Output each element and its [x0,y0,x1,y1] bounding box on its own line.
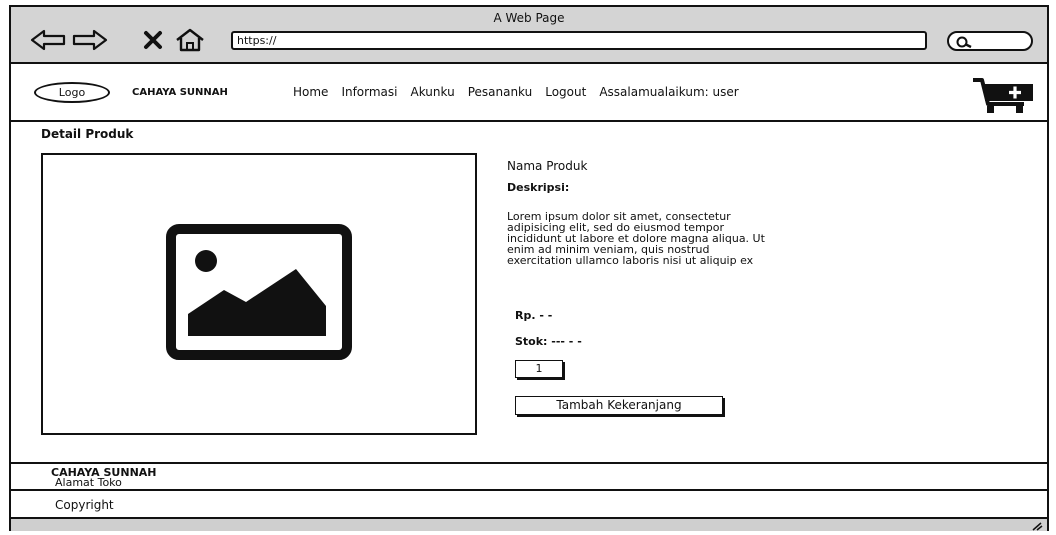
user-greeting: Assalamualaikum: user [599,85,739,99]
site-brand: CAHAYA SUNNAH [132,87,228,98]
search-icon [956,36,972,49]
page-title: Detail Produk [41,127,134,141]
product-name: Nama Produk [507,159,588,173]
home-icon [176,28,204,52]
menu-item-pesananku[interactable]: Pesananku [468,85,533,99]
footer-copyright: Copyright [11,491,1047,519]
copyright-text: Copyright [55,498,114,512]
resize-grip-icon[interactable] [1031,521,1043,531]
main-menu: Home Informasi Akunku Pesananku Logout A… [293,85,739,99]
image-placeholder-icon [166,224,352,360]
arrow-left-icon [30,29,66,51]
arrow-right-icon [72,29,108,51]
product-stock: Stok: --- - - [515,335,582,348]
window-title: A Web Page [493,11,565,25]
quantity-input[interactable]: 1 [515,360,563,378]
home-button[interactable] [173,27,207,53]
search-input[interactable] [947,31,1033,51]
back-button[interactable] [29,27,67,53]
cart-add-icon [973,78,1033,113]
product-image [41,153,477,435]
footer-info: CAHAYA SUNNAH Alamat Toko [11,462,1047,491]
forward-button[interactable] [71,27,109,53]
menu-item-home[interactable]: Home [293,85,328,99]
product-description: Lorem ipsum dolor sit amet, consectetur … [507,211,897,266]
status-bar [11,519,1047,531]
menu-item-informasi[interactable]: Informasi [341,85,397,99]
add-to-cart-button[interactable]: Tambah Kekeranjang [515,396,723,415]
browser-toolbar: A Web Page https:// [11,7,1047,64]
product-price: Rp. - - [515,309,553,322]
footer-address: Alamat Toko [55,476,122,489]
description-line: exercitation ullamco laboris nisi ut ali… [507,254,754,267]
stop-button[interactable] [141,27,165,53]
description-label: Deskripsi: [507,181,570,194]
cart-button[interactable] [972,76,1036,120]
close-icon [144,31,162,49]
menu-item-akunku[interactable]: Akunku [411,85,455,99]
logo[interactable]: Logo [34,82,110,103]
browser-window: A Web Page https:// Logo CAHAYA SUNNAH H… [9,5,1049,531]
menu-item-logout[interactable]: Logout [545,85,586,99]
url-input[interactable]: https:// [231,31,927,50]
site-header: Logo CAHAYA SUNNAH Home Informasi Akunku… [11,66,1047,122]
